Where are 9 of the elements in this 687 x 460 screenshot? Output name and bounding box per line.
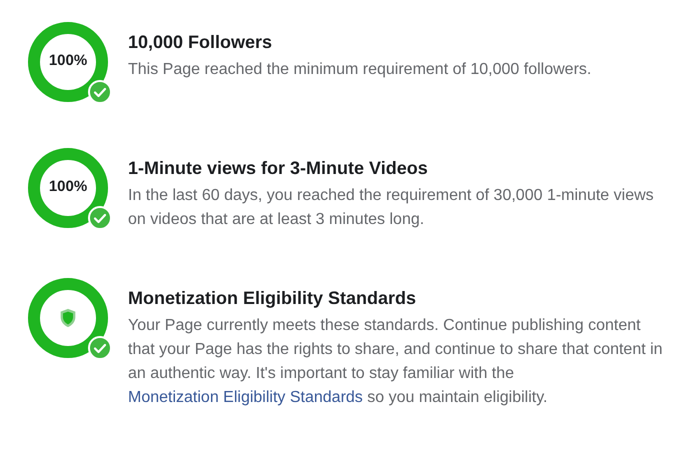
standards-link[interactable]: Monetization Eligibility Standards bbox=[128, 389, 363, 406]
requirement-description: In the last 60 days, you reached the requirement of 30,000 1-minute views on videos that are at least 3 minutes long. bbox=[128, 186, 655, 230]
requirement-title: 10,000 Followers bbox=[128, 31, 274, 54]
percent-label: 100% bbox=[48, 178, 88, 195]
requirement-title: Monetization Eligibility Standards bbox=[128, 287, 418, 310]
requirement-title: 1-Minute views for 3-Minute Videos bbox=[128, 157, 429, 180]
requirement-description: This Page reached the minimum requirement of 10,000 followers. bbox=[128, 60, 592, 80]
requirement-description: Your Page currently meets these standards. Continue publishing content that your Page has the rights to share, and continue to share that content in an authentic way. It's important to stay familiar with the Monetization Eligibility Standards so you maintain eligibility. bbox=[128, 316, 664, 408]
percent-label: 100% bbox=[48, 52, 88, 69]
